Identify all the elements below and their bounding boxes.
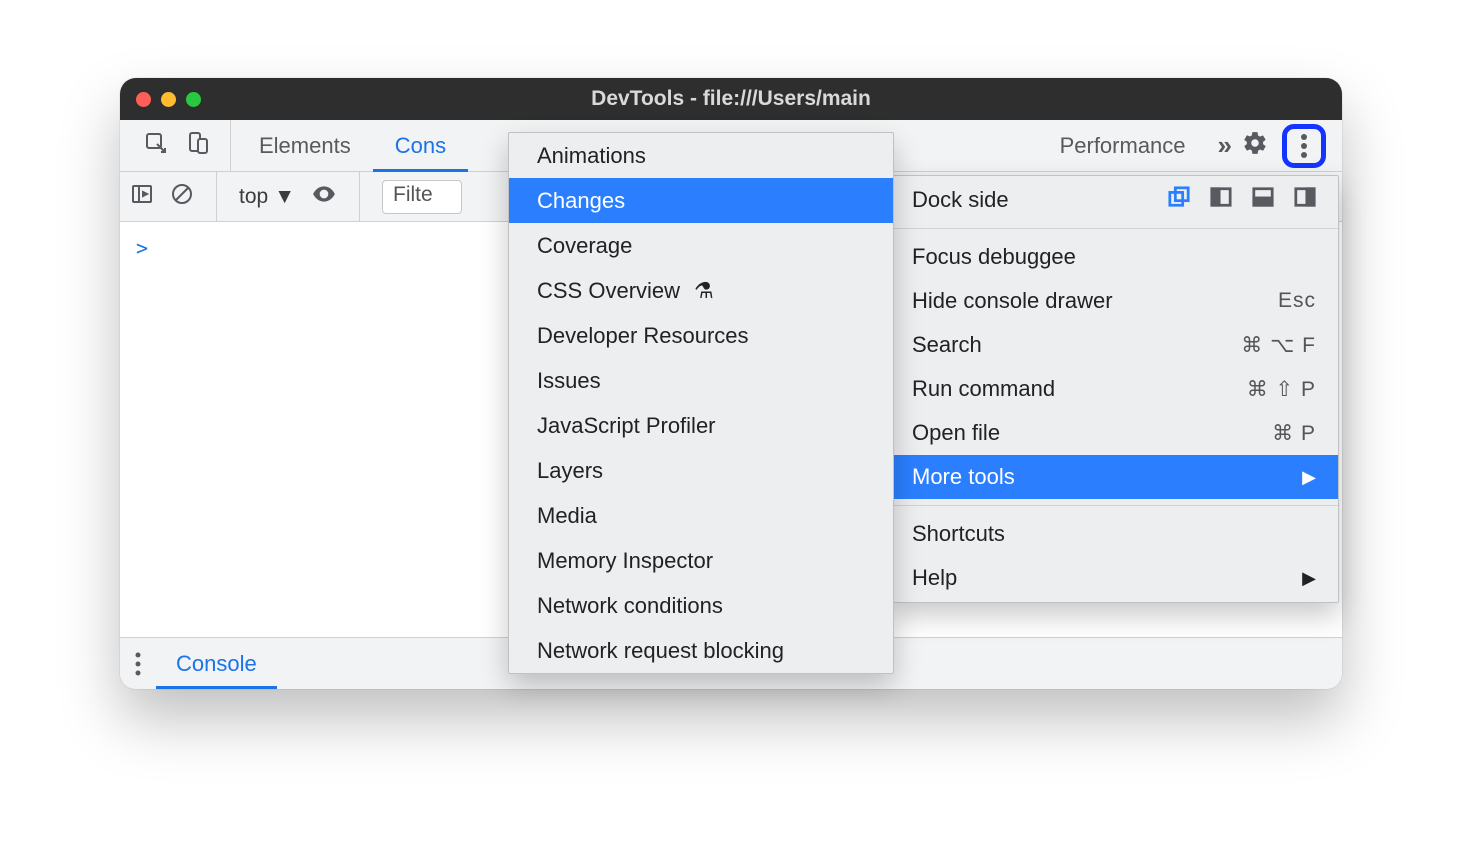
tab-label: Performance <box>1060 133 1186 159</box>
traffic-lights <box>136 92 201 107</box>
drawer-menu-button[interactable] <box>120 638 156 689</box>
tab-label: Console <box>176 651 257 677</box>
submenu-animations[interactable]: Animations <box>509 133 893 178</box>
divider <box>230 120 231 171</box>
filter-input[interactable]: Filte <box>382 180 462 214</box>
divider <box>359 172 360 221</box>
submenu-memory-inspector[interactable]: Memory Inspector <box>509 538 893 583</box>
menu-run-command[interactable]: Run command⌘ ⇧ P <box>890 367 1338 411</box>
menu-label: Dock side <box>912 187 1009 213</box>
submenu-network-request-blocking[interactable]: Network request blocking <box>509 628 893 673</box>
toggle-sidebar-icon[interactable] <box>130 182 154 211</box>
clear-console-icon[interactable] <box>170 182 194 211</box>
window-title: DevTools - file:///Users/main <box>120 87 1342 111</box>
chevron-right-icon: ▶ <box>1302 568 1316 589</box>
customize-menu: Dock side <box>889 175 1339 603</box>
dock-right-icon[interactable] <box>1294 186 1316 214</box>
chevron-down-icon: ▼ <box>274 185 295 209</box>
submenu-media[interactable]: Media <box>509 493 893 538</box>
close-window-button[interactable] <box>136 92 151 107</box>
divider <box>216 172 217 221</box>
console-prompt-icon: > <box>136 236 148 260</box>
submenu-changes[interactable]: Changes <box>509 178 893 223</box>
context-selector[interactable]: top ▼ <box>239 185 295 209</box>
menu-open-file[interactable]: Open file⌘ P <box>890 411 1338 455</box>
kebab-icon <box>1300 133 1308 159</box>
settings-button[interactable] <box>1242 130 1268 161</box>
flask-icon: ⚗ <box>694 278 714 304</box>
context-label: top <box>239 185 268 209</box>
zoom-window-button[interactable] <box>186 92 201 107</box>
submenu-css-overview[interactable]: CSS Overview⚗ <box>509 268 893 313</box>
submenu-layers[interactable]: Layers <box>509 448 893 493</box>
menu-search[interactable]: Search⌘ ⌥ F <box>890 323 1338 367</box>
menu-dock-side: Dock side <box>890 178 1338 222</box>
drawer-tab-console[interactable]: Console <box>156 638 277 689</box>
tab-elements[interactable]: Elements <box>237 120 373 171</box>
kebab-icon <box>134 651 142 677</box>
dock-left-icon[interactable] <box>1210 186 1232 214</box>
inspect-element-icon[interactable] <box>144 131 168 160</box>
dock-bottom-icon[interactable] <box>1252 186 1274 214</box>
menu-hide-console-drawer[interactable]: Hide console drawerEsc <box>890 279 1338 323</box>
menu-focus-debuggee[interactable]: Focus debuggee <box>890 235 1338 279</box>
customize-devtools-button[interactable] <box>1282 124 1326 168</box>
tab-label: Cons <box>395 133 446 159</box>
shortcut-text: Esc <box>1278 289 1316 313</box>
titlebar: DevTools - file:///Users/main <box>120 78 1342 120</box>
live-expression-icon[interactable] <box>311 181 337 212</box>
tab-performance[interactable]: Performance <box>1060 120 1208 171</box>
minimize-window-button[interactable] <box>161 92 176 107</box>
tab-console[interactable]: Cons <box>373 120 468 171</box>
more-tools-submenu: Animations Changes Coverage CSS Overview… <box>508 132 894 674</box>
menu-more-tools[interactable]: More tools▶ <box>890 455 1338 499</box>
submenu-coverage[interactable]: Coverage <box>509 223 893 268</box>
submenu-issues[interactable]: Issues <box>509 358 893 403</box>
menu-help[interactable]: Help▶ <box>890 556 1338 600</box>
menu-shortcuts[interactable]: Shortcuts <box>890 512 1338 556</box>
chevron-right-icon: ▶ <box>1302 467 1316 488</box>
submenu-developer-resources[interactable]: Developer Resources <box>509 313 893 358</box>
shortcut-text: ⌘ P <box>1272 421 1316 446</box>
dock-undock-icon[interactable] <box>1168 186 1190 214</box>
shortcut-text: ⌘ ⇧ P <box>1247 377 1316 402</box>
submenu-network-conditions[interactable]: Network conditions <box>509 583 893 628</box>
chevron-double-right-icon: » <box>1218 130 1232 161</box>
tabs-overflow-button[interactable]: » <box>1208 120 1242 171</box>
shortcut-text: ⌘ ⌥ F <box>1241 333 1316 358</box>
submenu-javascript-profiler[interactable]: JavaScript Profiler <box>509 403 893 448</box>
tab-label: Elements <box>259 133 351 159</box>
toggle-device-toolbar-icon[interactable] <box>186 131 210 160</box>
